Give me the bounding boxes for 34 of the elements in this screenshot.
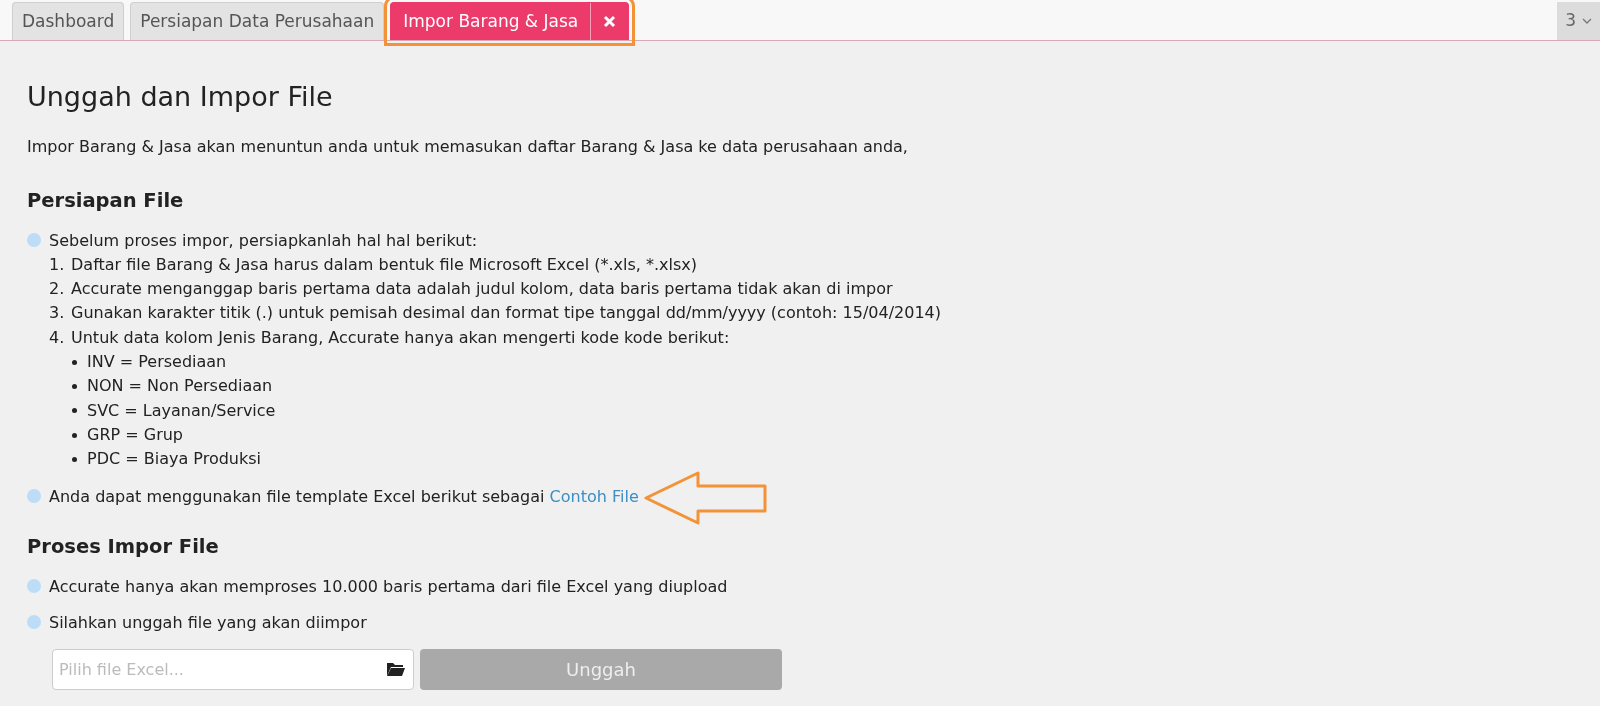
code-item: INV = Persediaan — [87, 350, 227, 373]
bullet-text: Sebelum proses impor, persiapkanlah hal hal berikut: — [49, 229, 479, 252]
bullet-dot — [72, 408, 77, 414]
bullet-dot — [72, 359, 77, 365]
chevron-down-icon — [1582, 18, 1592, 24]
code-item: NON = Non Persediaan — [87, 375, 273, 398]
bullet-dot — [27, 232, 41, 247]
page-title: Unggah dan Impor File — [27, 81, 334, 114]
close-icon — [603, 15, 617, 28]
step-item: 3. Gunakan karakter titik (.) untuk pemisah desimal dan format tipe tanggal dd/mm/yyyy (contoh: 15/04/2014) — [49, 303, 941, 323]
folder-icon — [386, 660, 406, 677]
bullet-dot — [27, 578, 41, 593]
step-item: 1. Daftar file Barang & Jasa harus dalam bentuk file Microsoft Excel (*.xls, *.xlsx) — [49, 254, 698, 274]
bullet-dot — [72, 456, 77, 462]
step-item: 4. Untuk data kolom Jenis Barang, Accurate hanya akan mengerti kode kode berikut: — [49, 327, 730, 347]
bullet-text: Accurate hanya akan memproses 10.000 baris pertama dari file Excel yang diupload — [49, 575, 728, 598]
tab[interactable]: Persiapan Data Perusahaan — [130, 2, 385, 40]
tab-overflow-button[interactable]: 3 — [1557, 2, 1600, 40]
code-item: PDC = Biaya Produksi — [87, 448, 262, 471]
bullet-dot — [72, 432, 77, 438]
bullet-text: Anda dapat menggunakan file template Excel berikut sebagai Contoh File — [49, 485, 769, 510]
bullet-dot — [72, 383, 77, 389]
bullet-text: Silahkan unggah file yang akan diimpor — [49, 611, 367, 634]
section-heading: Proses Impor File — [27, 535, 220, 559]
intro-text: Impor Barang & Jasa akan menuntun anda untuk memasukan daftar Barang & Jasa ke data perusahaan anda, — [27, 136, 909, 159]
bullet-dot — [27, 614, 41, 629]
tab-label: Impor Barang & Jasa — [402, 9, 580, 33]
code-item: GRP = Grup — [87, 423, 183, 446]
section-heading: Persiapan File — [27, 189, 185, 213]
bullet-dot — [27, 489, 41, 504]
sample-file-link[interactable]: Contoh File — [549, 487, 639, 507]
tab[interactable]: Dashboard — [12, 2, 125, 40]
code-item: SVC = Layanan/Service — [87, 399, 276, 422]
step-item: 2. Accurate menganggap baris pertama data adalah judul kolom, data baris pertama tidak akan di impor — [49, 279, 893, 299]
